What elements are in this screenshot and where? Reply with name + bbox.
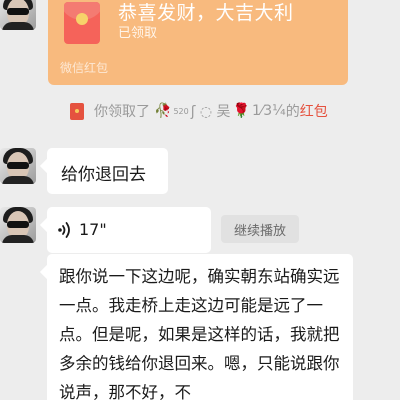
message-bubble[interactable]: 给你退回去	[47, 148, 168, 194]
avatar[interactable]	[0, 148, 36, 184]
voice-message-bubble[interactable]: 17"	[47, 207, 211, 253]
continue-playing-button[interactable]: 继续播放	[221, 215, 299, 243]
red-packet-link[interactable]: 红包	[300, 101, 328, 121]
red-packet-icon	[64, 2, 100, 44]
avatar[interactable]	[0, 0, 36, 30]
notice-connector: 的	[285, 104, 300, 120]
avatar-body	[2, 22, 34, 30]
message-bubble[interactable]: 跟你说一下这边呢，确实朝东站确实远一点。我走桥上走这边可能是远了一点。但是呢，如…	[47, 254, 353, 400]
avatar-body	[2, 235, 34, 243]
sender-name-sup: 520	[173, 106, 189, 116]
red-packet-footer: 微信红包	[60, 61, 109, 75]
sender-name-part3: 1⁄3¼	[251, 103, 286, 119]
red-packet-small-icon	[70, 102, 84, 120]
sender-name-part2: ʃ ◌ 吴	[190, 104, 231, 120]
red-packet-status: 已领取	[118, 26, 158, 41]
avatar-body	[2, 176, 34, 184]
avatar-glasses	[7, 162, 29, 169]
message-text: 跟你说一下这边呢，确实朝东站确实远一点。我走桥上走这边可能是远了一点。但是呢，如…	[59, 267, 340, 400]
avatar-glasses	[7, 221, 29, 228]
notice-prefix: 你领取了	[94, 104, 150, 120]
avatar[interactable]	[0, 207, 36, 243]
red-packet-seal	[76, 13, 88, 25]
message-text: 给你退回去	[61, 165, 146, 185]
red-packet-card[interactable]: 恭喜发财，大吉大利 已领取 微信红包	[48, 0, 348, 85]
avatar-glasses	[7, 8, 29, 15]
voice-duration: 17"	[79, 220, 107, 239]
voice-wave-icon	[58, 222, 70, 238]
rose-icon: 🌹	[232, 103, 250, 119]
sender-name-part1: 🥀	[154, 103, 172, 119]
system-notice: 你领取了 🥀 520 ʃ ◌ 吴 🌹 1⁄3¼ 的 红包	[70, 101, 328, 121]
